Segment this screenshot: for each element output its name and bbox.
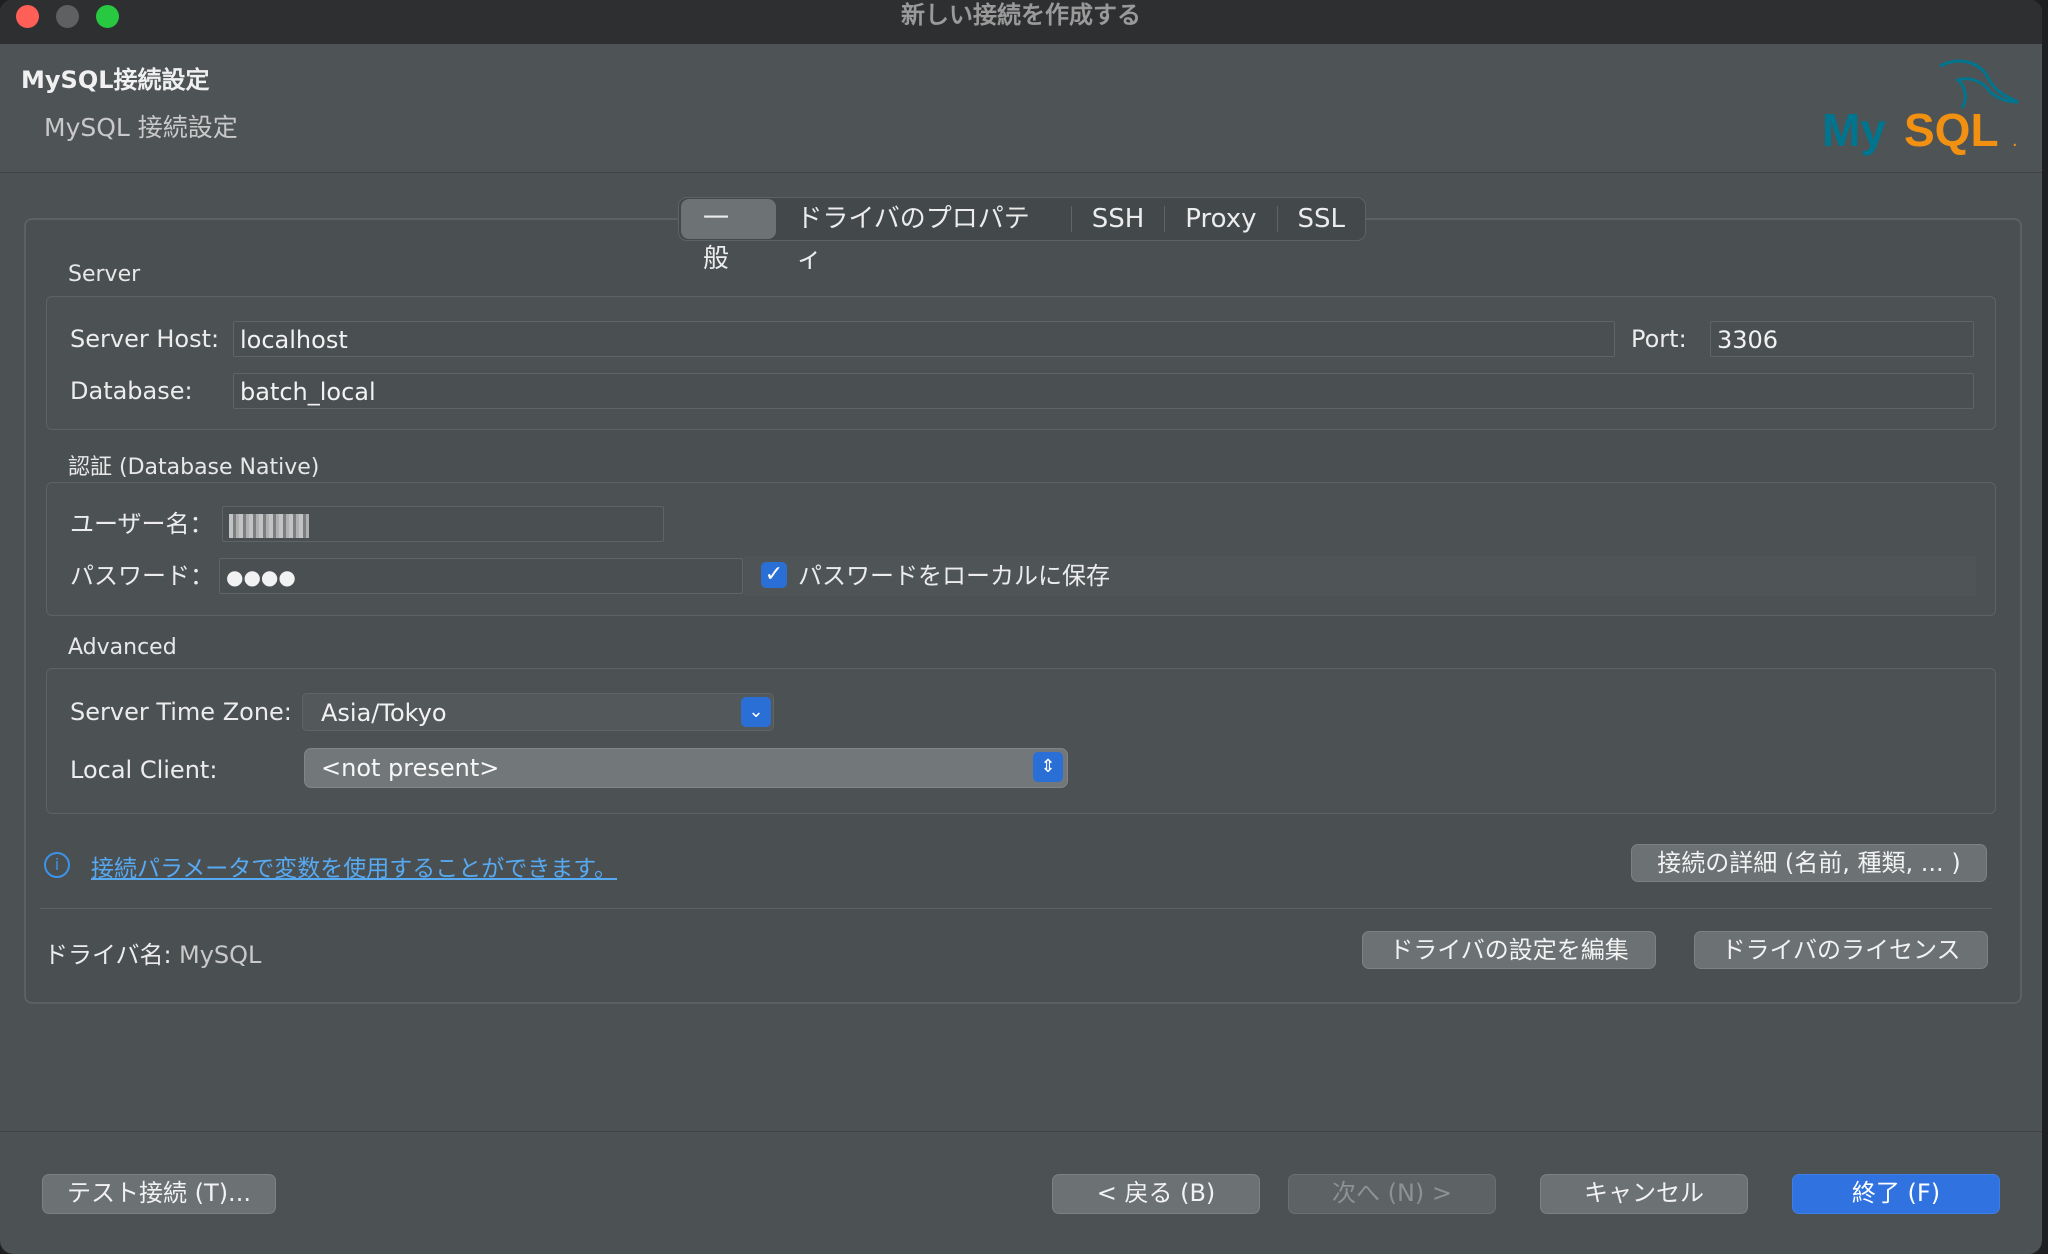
username-label: ユーザー名： (70, 510, 214, 538)
variables-help-link[interactable]: 接続パラメータで変数を使用することができます。 (91, 849, 617, 883)
tab-ssl[interactable]: SSL (1278, 199, 1366, 239)
page-subtitle: MySQL 接続設定 (44, 113, 238, 142)
local-client-label: Local Client: (70, 756, 218, 784)
wizard-header: MySQL接続設定 MySQL 接続設定 My SQL . (0, 44, 2042, 173)
port-input[interactable]: 3306 (1710, 321, 1974, 357)
local-client-select[interactable]: <not present> ⇕ (304, 748, 1068, 788)
auth-section-label: 認証 (Database Native) (68, 455, 320, 480)
save-password-label: パスワードをローカルに保存 (798, 562, 1110, 590)
password-input[interactable]: ●●●● (219, 558, 743, 594)
port-label: Port: (1631, 325, 1687, 353)
database-input[interactable]: batch_local (233, 373, 1974, 409)
connection-details-button[interactable]: 接続の詳細 (名前, 種類, ... ) (1631, 844, 1987, 882)
advanced-group (46, 668, 1996, 814)
divider (40, 908, 1992, 909)
window-title: 新しい接続を作成する (901, 1, 1141, 29)
dialog-window: 新しい接続を作成する MySQL接続設定 MySQL 接続設定 My SQL .… (0, 0, 2042, 1254)
database-label: Database: (70, 377, 193, 405)
driver-name-value: MySQL (179, 941, 262, 969)
server-host-label: Server Host: (70, 325, 220, 353)
finish-button[interactable]: 終了 (F) (1792, 1174, 2000, 1214)
footer-separator (0, 1131, 2042, 1132)
edit-driver-settings-button[interactable]: ドライバの設定を編集 (1362, 931, 1656, 969)
page-title: MySQL接続設定 (21, 66, 210, 94)
back-button[interactable]: < 戻る (B) (1052, 1174, 1260, 1214)
chevron-down-icon[interactable]: ⌄ (741, 697, 771, 727)
title-bar: 新しい接続を作成する (0, 0, 2042, 45)
driver-license-button[interactable]: ドライバのライセンス (1694, 931, 1988, 969)
window-edge (2042, 0, 2048, 1254)
tab-bar: 一般 ドライバのプロパティ SSH Proxy SSL (678, 197, 1366, 274)
local-client-value: <not present> (321, 754, 500, 782)
redacted-username (229, 514, 309, 538)
mysql-logo-icon: My SQL . (1822, 59, 2019, 156)
cancel-button[interactable]: キャンセル (1540, 1174, 1748, 1214)
timezone-select[interactable]: Asia/Tokyo ⌄ (302, 693, 774, 731)
password-label: パスワード： (70, 562, 214, 590)
driver-name-label: ドライバ名: (44, 941, 172, 969)
svg-text:.: . (2012, 129, 2018, 151)
timezone-value: Asia/Tokyo (321, 699, 447, 727)
server-section-label: Server (68, 262, 141, 287)
tab-ssh[interactable]: SSH (1072, 199, 1165, 239)
svg-text:My: My (1822, 104, 1886, 156)
tab-general[interactable]: 一般 (681, 199, 777, 274)
server-host-input[interactable]: localhost (233, 321, 1615, 357)
tab-proxy[interactable]: Proxy (1165, 199, 1276, 239)
test-connection-button[interactable]: テスト接続 (T)... (42, 1174, 276, 1214)
next-button[interactable]: 次へ (N) > (1288, 1174, 1496, 1214)
tab-driver-properties[interactable]: ドライバのプロパティ (776, 199, 1070, 274)
info-icon: i (44, 852, 70, 878)
updown-chevron-icon[interactable]: ⇕ (1033, 752, 1063, 782)
svg-text:SQL: SQL (1904, 104, 1999, 156)
username-input[interactable] (222, 506, 664, 542)
save-password-checkbox[interactable]: ✓ (761, 562, 787, 588)
timezone-label: Server Time Zone: (70, 698, 292, 726)
advanced-section-label: Advanced (68, 635, 177, 660)
